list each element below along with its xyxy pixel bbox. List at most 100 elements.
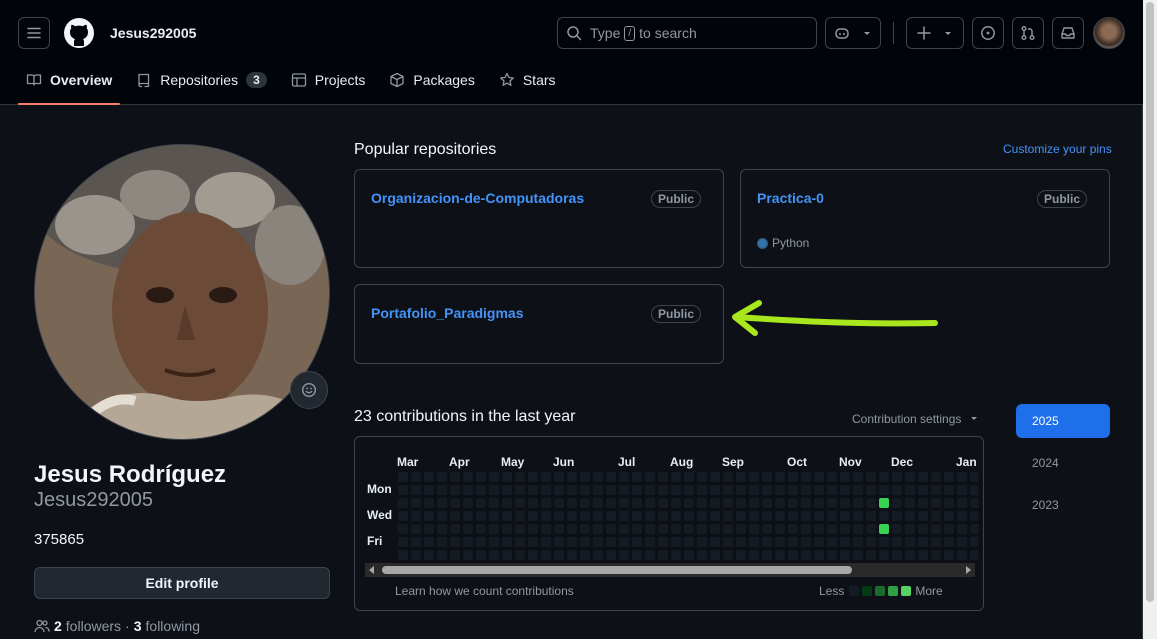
customize-pins-link[interactable]: Customize your pins bbox=[1003, 142, 1112, 156]
contribution-cell[interactable] bbox=[957, 524, 967, 534]
contribution-cell[interactable] bbox=[710, 472, 720, 482]
contribution-cell[interactable] bbox=[775, 485, 785, 495]
repo-name-link[interactable]: Practica-0 bbox=[757, 190, 824, 206]
contribution-cell[interactable] bbox=[853, 485, 863, 495]
contribution-cell[interactable] bbox=[840, 472, 850, 482]
contribution-cell[interactable] bbox=[697, 472, 707, 482]
profile-avatar[interactable] bbox=[34, 144, 330, 440]
contribution-cell[interactable] bbox=[918, 472, 928, 482]
contribution-cell[interactable] bbox=[684, 498, 694, 508]
edit-profile-button[interactable]: Edit profile bbox=[34, 567, 330, 599]
contribution-cell[interactable] bbox=[957, 472, 967, 482]
contribution-cell[interactable] bbox=[476, 485, 486, 495]
contribution-cell[interactable] bbox=[814, 511, 824, 521]
contribution-cell[interactable] bbox=[632, 498, 642, 508]
contribution-cell[interactable] bbox=[840, 485, 850, 495]
contribution-cell[interactable] bbox=[476, 524, 486, 534]
contribution-cell[interactable] bbox=[775, 511, 785, 521]
contribution-cell[interactable] bbox=[632, 511, 642, 521]
repo-name-link[interactable]: Organizacion-de-Computadoras bbox=[371, 190, 584, 206]
contribution-cell[interactable] bbox=[411, 537, 421, 547]
contribution-cell[interactable] bbox=[658, 524, 668, 534]
contribution-cell[interactable] bbox=[515, 537, 525, 547]
contribution-cell[interactable] bbox=[775, 537, 785, 547]
contribution-cell[interactable] bbox=[801, 537, 811, 547]
contribution-cell[interactable] bbox=[502, 550, 512, 560]
contribution-cell[interactable] bbox=[398, 537, 408, 547]
contribution-cell[interactable] bbox=[957, 485, 967, 495]
contribution-cell[interactable] bbox=[489, 537, 499, 547]
following-link[interactable]: 3 following bbox=[134, 618, 200, 634]
contribution-cell[interactable] bbox=[658, 472, 668, 482]
contribution-cell[interactable] bbox=[476, 550, 486, 560]
contribution-cell[interactable] bbox=[489, 485, 499, 495]
contribution-cell[interactable] bbox=[398, 511, 408, 521]
contribution-cell[interactable] bbox=[840, 524, 850, 534]
contribution-cell[interactable] bbox=[645, 537, 655, 547]
contribution-cell[interactable] bbox=[541, 537, 551, 547]
contribution-cell[interactable] bbox=[931, 472, 941, 482]
contribution-cell[interactable] bbox=[749, 485, 759, 495]
contribution-cell[interactable] bbox=[905, 485, 915, 495]
contribution-cell[interactable] bbox=[788, 511, 798, 521]
contribution-cell[interactable] bbox=[398, 472, 408, 482]
contribution-cell[interactable] bbox=[528, 537, 538, 547]
contribution-cell[interactable] bbox=[892, 498, 902, 508]
contribution-cell[interactable] bbox=[619, 537, 629, 547]
contribution-cell[interactable] bbox=[528, 498, 538, 508]
contribution-cell[interactable] bbox=[489, 498, 499, 508]
contribution-cell[interactable] bbox=[866, 485, 876, 495]
contribution-cell[interactable] bbox=[697, 498, 707, 508]
contribution-cell[interactable] bbox=[463, 511, 473, 521]
contribution-cell[interactable] bbox=[970, 485, 978, 495]
tab-repositories[interactable]: Repositories 3 bbox=[128, 62, 275, 98]
contribution-cell[interactable] bbox=[918, 550, 928, 560]
contribution-cell[interactable] bbox=[398, 485, 408, 495]
contribution-cell[interactable] bbox=[437, 550, 447, 560]
contribution-cell[interactable] bbox=[931, 498, 941, 508]
contribution-cell[interactable] bbox=[788, 550, 798, 560]
contribution-cell[interactable] bbox=[723, 524, 733, 534]
contribution-cell[interactable] bbox=[710, 498, 720, 508]
year-2025-button[interactable]: 2025 bbox=[1016, 404, 1110, 438]
contribution-cell[interactable] bbox=[411, 498, 421, 508]
contribution-cell[interactable] bbox=[658, 485, 668, 495]
contribution-cell[interactable] bbox=[554, 498, 564, 508]
contribution-cell[interactable] bbox=[905, 537, 915, 547]
contribution-cell[interactable] bbox=[476, 537, 486, 547]
contribution-cell[interactable] bbox=[892, 524, 902, 534]
contribution-cell[interactable] bbox=[463, 524, 473, 534]
contribution-cell[interactable] bbox=[528, 511, 538, 521]
contribution-cell[interactable] bbox=[580, 498, 590, 508]
contribution-cell[interactable] bbox=[827, 498, 837, 508]
contribution-cell[interactable] bbox=[762, 485, 772, 495]
contribution-cell[interactable] bbox=[931, 550, 941, 560]
contribution-cell[interactable] bbox=[398, 498, 408, 508]
contribution-cell[interactable] bbox=[736, 550, 746, 560]
contribution-cell[interactable] bbox=[684, 511, 694, 521]
contribution-cell[interactable] bbox=[398, 524, 408, 534]
contribution-cell[interactable] bbox=[879, 498, 889, 508]
contribution-cell[interactable] bbox=[853, 537, 863, 547]
contribution-cell[interactable] bbox=[658, 498, 668, 508]
contribution-cell[interactable] bbox=[866, 472, 876, 482]
contribution-cell[interactable] bbox=[645, 485, 655, 495]
contribution-cell[interactable] bbox=[619, 472, 629, 482]
contribution-cell[interactable] bbox=[957, 511, 967, 521]
contribution-cell[interactable] bbox=[970, 537, 978, 547]
contribution-cell[interactable] bbox=[450, 524, 460, 534]
year-2023-button[interactable]: 2023 bbox=[1016, 488, 1110, 522]
contribution-cell[interactable] bbox=[762, 511, 772, 521]
tab-projects[interactable]: Projects bbox=[283, 62, 374, 98]
contribution-cell[interactable] bbox=[671, 498, 681, 508]
learn-contributions-link[interactable]: Learn how we count contributions bbox=[395, 584, 574, 598]
contribution-cell[interactable] bbox=[684, 550, 694, 560]
contribution-cell[interactable] bbox=[840, 537, 850, 547]
contribution-cell[interactable] bbox=[489, 550, 499, 560]
contribution-cell[interactable] bbox=[554, 485, 564, 495]
contribution-cell[interactable] bbox=[853, 498, 863, 508]
contribution-cell[interactable] bbox=[723, 472, 733, 482]
contribution-cell[interactable] bbox=[788, 537, 798, 547]
contribution-cell[interactable] bbox=[866, 511, 876, 521]
contribution-cell[interactable] bbox=[619, 524, 629, 534]
